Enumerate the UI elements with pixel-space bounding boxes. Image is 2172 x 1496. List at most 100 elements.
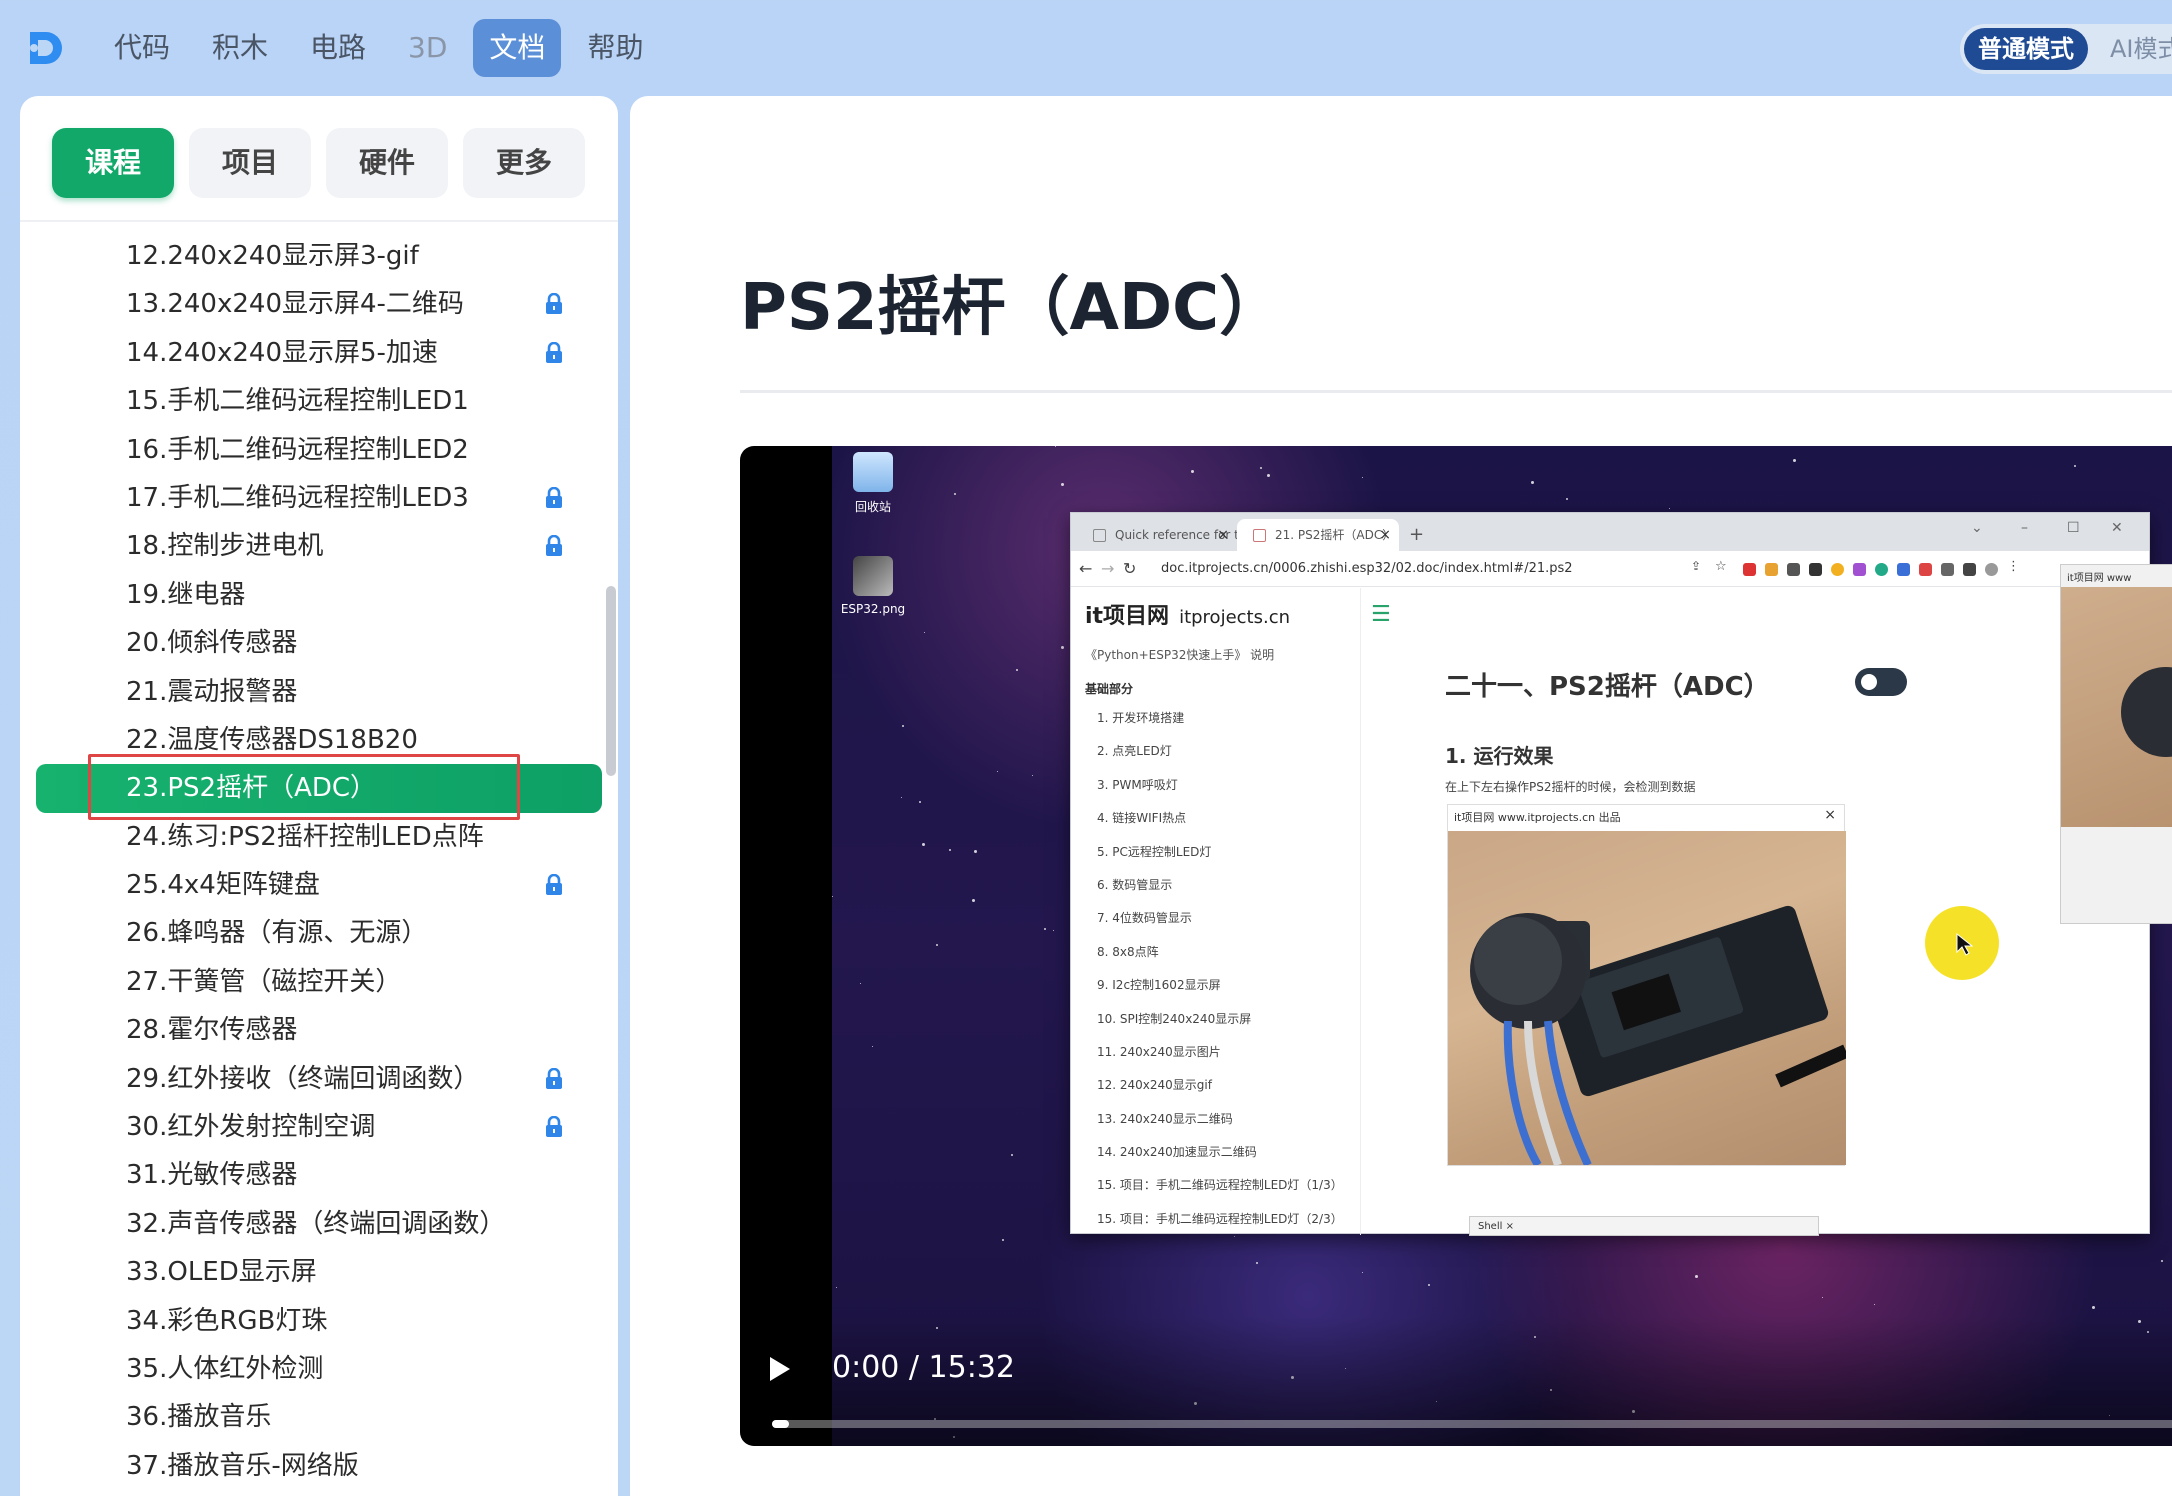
site-logo: it项目网 itprojects.cn xyxy=(1085,598,1290,630)
top-bar: 代码 积木 电路 3D 文档 帮助 普通模式 AI模式 xyxy=(0,0,2172,96)
video-frame-desktop: 回收站 ESP32.png Quick reference for the ES… xyxy=(832,446,2172,1446)
lesson-item[interactable]: 34.彩色RGB灯珠 xyxy=(20,1297,618,1345)
profile-icon xyxy=(1985,563,1998,576)
theme-toggle xyxy=(1855,668,1907,696)
lesson-item[interactable]: 33.OLED显示屏 xyxy=(20,1248,618,1296)
star-decoration xyxy=(1016,669,1018,671)
doc-nav-item: 9. I2c控制1602显示屏 xyxy=(1097,978,1221,993)
star-decoration xyxy=(919,801,921,803)
lesson-item[interactable]: 18.控制步进电机 xyxy=(20,522,618,570)
tab-hardware[interactable]: 硬件 xyxy=(326,128,448,198)
browser-url: doc.itprojects.cn/0006.zhishi.esp32/02.d… xyxy=(1161,561,1573,576)
star-decoration xyxy=(954,493,956,495)
lock-icon xyxy=(546,1067,562,1089)
lesson-label: 22.温度传感器DS18B20 xyxy=(126,724,418,755)
page-title: PS2摇杆（ADC） xyxy=(740,271,1284,345)
nav-blocks[interactable]: 积木 xyxy=(196,19,284,77)
lesson-label: 34.彩色RGB灯珠 xyxy=(126,1305,328,1336)
doc-nav-item: 12. 240x240显示gif xyxy=(1097,1078,1212,1093)
lesson-label: 30.红外发射控制空调 xyxy=(126,1112,376,1143)
video-player[interactable]: 回收站 ESP32.png Quick reference for the ES… xyxy=(740,446,2172,1446)
doc-nav-item: 15. 项目：手机二维码远程控制LED灯（1/3） xyxy=(1097,1178,1343,1193)
star-decoration xyxy=(1256,1262,1258,1264)
play-icon[interactable] xyxy=(768,1356,792,1382)
reload-icon: ↻ xyxy=(1123,559,1137,578)
lesson-item[interactable]: 26.蜂鸣器（有源、无源） xyxy=(20,909,618,957)
lesson-item[interactable]: 24.练习:PS2摇杆控制LED点阵 xyxy=(20,813,618,861)
video-progress-bar[interactable] xyxy=(772,1420,2172,1428)
lesson-item[interactable]: 36.播放音乐 xyxy=(20,1393,618,1441)
tab-close-icon: × xyxy=(1217,527,1229,543)
lesson-label: 25.4x4矩阵键盘 xyxy=(126,870,320,901)
star-decoration xyxy=(860,983,861,984)
lesson-label: 37.播放音乐-网络版 xyxy=(126,1450,359,1481)
tab-projects[interactable]: 项目 xyxy=(189,128,311,198)
maximize-icon: ☐ xyxy=(2067,520,2080,536)
lesson-item[interactable]: 27.干簧管（磁控开关） xyxy=(20,958,618,1006)
lesson-item[interactable]: 29.红外接收（终端回调函数） xyxy=(20,1055,618,1103)
doc-subheading: 1. 运行效果 xyxy=(1445,744,1554,768)
extension-icon xyxy=(1897,563,1910,576)
lesson-item[interactable]: 14.240x240显示屏5-加速 xyxy=(20,329,618,377)
lesson-item[interactable]: 21.震动报警器 xyxy=(20,668,618,716)
lesson-label: 26.蜂鸣器（有源、无源） xyxy=(126,918,428,949)
browser-toolbar: ← → ↻ doc.itprojects.cn/0006.zhishi.esp3… xyxy=(1071,551,2149,587)
lesson-item[interactable]: 15.手机二维码远程控制LED1 xyxy=(20,377,618,425)
nav-3d[interactable]: 3D xyxy=(392,19,463,77)
nav-docs[interactable]: 文档 xyxy=(473,19,562,77)
recycle-bin-icon xyxy=(853,452,893,492)
tab-more[interactable]: 更多 xyxy=(463,128,585,198)
lesson-label: 32.声音传感器（终端回调函数） xyxy=(126,1208,506,1239)
lock-icon xyxy=(546,486,562,508)
lesson-item[interactable]: 30.红外发射控制空调 xyxy=(20,1103,618,1151)
doc-nav-item: 14. 240x240加速显示二维码 xyxy=(1097,1145,1257,1160)
lock-icon xyxy=(546,293,562,315)
star-decoration xyxy=(1053,930,1054,931)
star-decoration xyxy=(997,771,998,772)
desktop-icon-esp32: ESP32.png xyxy=(838,556,908,616)
nav-help[interactable]: 帮助 xyxy=(571,19,659,77)
lesson-item[interactable]: 32.声音传感器（终端回调函数） xyxy=(20,1200,618,1248)
app-logo-icon[interactable] xyxy=(24,26,68,70)
forward-arrow-icon: → xyxy=(1101,559,1115,578)
lesson-item[interactable]: 22.温度传感器DS18B20 xyxy=(20,716,618,764)
lesson-label: 16.手机二维码远程控制LED2 xyxy=(126,434,469,465)
new-tab-icon: + xyxy=(1409,524,1425,545)
lesson-item[interactable]: 37.播放音乐-网络版 xyxy=(20,1442,618,1490)
star-decoration xyxy=(1002,1239,1004,1241)
lesson-item[interactable]: 17.手机二维码远程控制LED3 xyxy=(20,474,618,522)
lesson-item[interactable]: 16.手机二维码远程控制LED2 xyxy=(20,426,618,474)
nav-code[interactable]: 代码 xyxy=(98,19,186,77)
lock-icon xyxy=(546,341,562,363)
lesson-label: 13.240x240显示屏4-二维码 xyxy=(126,289,464,320)
doc-nav-item: 7. 4位数码管显示 xyxy=(1097,911,1192,926)
lesson-label: 28.霍尔传感器 xyxy=(126,1015,298,1046)
lesson-item[interactable]: 20.倾斜传感器 xyxy=(20,619,618,667)
star-decoration xyxy=(1669,508,1670,509)
lesson-item[interactable]: 35.人体红外检测 xyxy=(20,1345,618,1393)
mode-normal-button[interactable]: 普通模式 xyxy=(1964,28,2088,70)
lesson-label: 14.240x240显示屏5-加速 xyxy=(126,337,438,368)
doc-nav-item: 4. 链接WIFI热点 xyxy=(1097,811,1187,826)
lesson-item[interactable]: 28.霍尔传感器 xyxy=(20,1006,618,1054)
lesson-item[interactable]: 19.继电器 xyxy=(20,571,618,619)
star-decoration xyxy=(974,850,977,853)
nav-circuit[interactable]: 电路 xyxy=(294,19,382,77)
lesson-label: 18.控制步进电机 xyxy=(126,531,324,562)
star-decoration xyxy=(1362,477,1363,478)
photo-window: it项目网 www.itprojects.cn 出品 × xyxy=(1447,804,1846,1166)
lesson-item[interactable]: 23.PS2摇杆（ADC） xyxy=(36,754,602,821)
extension-icon xyxy=(1831,563,1844,576)
star-decoration xyxy=(949,849,951,851)
lesson-item[interactable]: 12.240x240显示屏3-gif xyxy=(20,232,618,280)
tab-courses[interactable]: 课程 xyxy=(52,128,174,198)
lesson-item[interactable]: 25.4x4矩阵键盘 xyxy=(20,861,618,909)
lesson-label: 23.PS2摇杆（ADC） xyxy=(126,773,377,804)
mode-ai-button[interactable]: AI模式 xyxy=(2110,28,2172,70)
star-decoration xyxy=(836,1287,837,1288)
lesson-item[interactable]: 13.240x240显示屏4-二维码 xyxy=(20,280,618,328)
lesson-item[interactable]: 31.光敏传感器 xyxy=(20,1151,618,1199)
doc-heading: 二十一、PS2摇杆（ADC） xyxy=(1445,672,1770,702)
side-window-caption: it项目网 www xyxy=(2067,573,2132,584)
sidebar-scrollbar[interactable] xyxy=(606,586,616,776)
